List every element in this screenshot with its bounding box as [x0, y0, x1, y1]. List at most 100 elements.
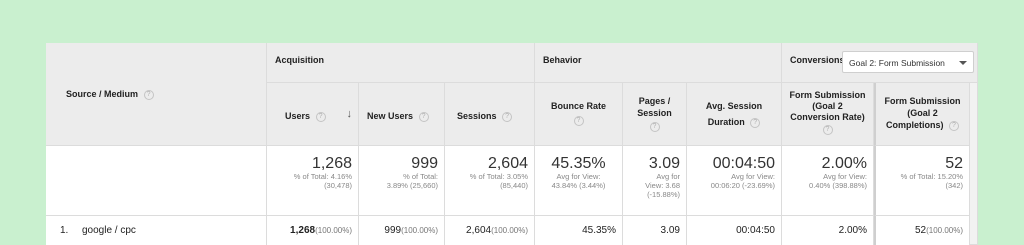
total-users-value: 1,268 — [311, 155, 352, 172]
sort-down-icon[interactable]: ↓ — [347, 108, 353, 120]
column-avg-session-duration[interactable]: Avg. Session Duration ? — [687, 83, 782, 146]
row-completions-value: 52 — [914, 225, 927, 236]
row-pages-session: 3.09 — [623, 216, 687, 245]
total-sessions-sub1: % of Total: 3.05% — [469, 172, 528, 181]
help-icon[interactable]: ? — [573, 116, 584, 126]
help-icon[interactable]: ? — [418, 111, 429, 122]
total-bounce-sub2: 43.84% (3.44%) — [551, 181, 606, 190]
chevron-down-icon — [959, 61, 967, 65]
column-completions[interactable]: Form Submission (Goal 2 Completions) ? — [874, 83, 970, 146]
behavior-group-header: Behavior — [535, 43, 782, 83]
completions-label-2: (Goal 2 — [907, 108, 938, 118]
users-label: Users — [285, 111, 311, 121]
row-index: 1. — [60, 225, 69, 236]
row-completions: 52(100.00%) — [874, 216, 970, 245]
source-medium-header[interactable]: Source / Medium ? — [46, 43, 267, 146]
scrollbar-gutter — [970, 83, 978, 245]
total-conv-sub1: Avg for View: — [823, 172, 867, 181]
analytics-table: Source / Medium ? Acquisition Behavior C… — [46, 43, 978, 245]
row-new-users-pct: (100.00%) — [401, 226, 438, 235]
goal-select-value: Goal 2: Form Submission — [849, 58, 945, 68]
help-icon[interactable]: ? — [750, 117, 761, 128]
total-completions: 52 % of Total: 15.20% (342) — [874, 146, 970, 216]
total-bounce-rate: 45.35% Avg for View: 43.84% (3.44%) — [535, 146, 623, 216]
total-users: 1,268 % of Total: 4.16% (30,478) — [267, 146, 359, 216]
conversions-group-header: Conversions Goal 2: Form Submission — [782, 43, 978, 83]
new-users-label: New Users — [367, 111, 414, 121]
avg-duration-label-2: Duration — [707, 117, 745, 127]
row-users-value: 1,268 — [290, 225, 316, 236]
column-users[interactable]: Users ? ↓ — [267, 83, 359, 146]
total-new-users-sub2: 3.89% (25,660) — [386, 181, 438, 190]
total-duration-sub2: 00:06:20 (-23.69%) — [710, 181, 775, 190]
total-sessions-sub2: (85,440) — [500, 181, 528, 190]
total-sessions-value: 2,604 — [487, 155, 528, 172]
row-bounce-rate-value: 45.35% — [582, 225, 616, 236]
row-pages-value: 3.09 — [660, 225, 680, 236]
conversions-label: Conversions — [790, 55, 845, 65]
total-conversion-rate: 2.00% Avg for View: 0.40% (398.88%) — [782, 146, 874, 216]
total-pages-sub1: Avg for — [656, 172, 680, 181]
row-duration-value: 00:04:50 — [736, 225, 775, 236]
total-new-users: 999 % of Total: 3.89% (25,660) — [359, 146, 445, 216]
row-sessions-pct: (100.00%) — [491, 226, 528, 235]
row-sessions: 2,604(100.00%) — [445, 216, 535, 245]
help-icon[interactable]: ? — [143, 89, 154, 100]
total-pages-session: 3.09 Avg for View: 3.68 (-15.88%) — [623, 146, 687, 216]
column-sessions[interactable]: Sessions ? — [445, 83, 535, 146]
row-users: 1,268(100.00%) — [267, 216, 359, 245]
total-avg-duration: 00:04:50 Avg for View: 00:06:20 (-23.69%… — [687, 146, 782, 216]
totals-label-cell — [46, 146, 267, 216]
goal-select[interactable]: Goal 2: Form Submission — [842, 51, 974, 73]
total-conv-rate-value: 2.00% — [821, 155, 867, 172]
total-bounce-sub1: Avg for View: — [556, 172, 601, 181]
total-duration-value: 00:04:50 — [712, 155, 775, 172]
total-sessions: 2,604 % of Total: 3.05% (85,440) — [445, 146, 535, 216]
acquisition-label: Acquisition — [275, 55, 324, 65]
row-source-link[interactable]: google / cpc — [82, 225, 136, 236]
help-icon[interactable]: ? — [649, 122, 660, 133]
source-medium-label: Source / Medium — [66, 89, 139, 99]
help-icon[interactable]: ? — [949, 120, 959, 131]
row-conv-rate-value: 2.00% — [838, 225, 867, 236]
row-avg-duration: 00:04:50 — [687, 216, 782, 245]
column-conversion-rate[interactable]: Form Submission (Goal 2 Conversion Rate)… — [782, 83, 874, 146]
total-users-sub2: (30,478) — [324, 181, 352, 190]
column-pages-session[interactable]: Pages / Session ? — [623, 83, 687, 146]
conv-rate-label-3: Conversion Rate) — [790, 112, 865, 122]
conv-rate-label-2: (Goal 2 — [812, 101, 843, 111]
total-conv-sub2: 0.40% (398.88%) — [809, 181, 867, 190]
acquisition-group-header: Acquisition — [267, 43, 535, 83]
total-completions-sub1: % of Total: 15.20% — [900, 172, 963, 181]
help-icon[interactable]: ? — [315, 111, 326, 122]
pages-session-label-2: Session — [637, 108, 672, 118]
total-new-users-value: 999 — [411, 155, 438, 172]
row-new-users-value: 999 — [384, 225, 402, 236]
total-completions-value: 52 — [945, 155, 963, 172]
column-new-users[interactable]: New Users ? — [359, 83, 445, 146]
table-row[interactable]: 1. google / cpc — [46, 216, 267, 245]
total-new-users-sub1: % of Total: — [403, 172, 438, 181]
total-users-sub1: % of Total: 4.16% — [293, 172, 352, 181]
pages-session-label-1: Pages / — [638, 96, 671, 106]
total-completions-sub2: (342) — [945, 181, 963, 190]
completions-label-1: Form Submission — [884, 96, 961, 106]
total-pages-sub3: (-15.88%) — [647, 190, 680, 199]
row-new-users: 999(100.00%) — [359, 216, 445, 245]
row-users-pct: (100.00%) — [315, 226, 352, 235]
column-bounce-rate[interactable]: Bounce Rate ? — [535, 83, 623, 146]
row-completions-pct: (100.00%) — [926, 226, 963, 235]
help-icon[interactable]: ? — [822, 125, 833, 135]
sessions-label: Sessions — [457, 111, 497, 121]
total-pages-value: 3.09 — [648, 155, 680, 172]
avg-duration-label-1: Avg. Session — [705, 101, 763, 111]
help-icon[interactable]: ? — [502, 111, 513, 122]
total-duration-sub1: Avg for View: — [731, 172, 775, 181]
conv-rate-label-1: Form Submission — [789, 90, 866, 100]
row-conversion-rate: 2.00% — [782, 216, 874, 245]
completions-label-3: Completions) — [885, 120, 944, 130]
row-sessions-value: 2,604 — [466, 225, 492, 236]
behavior-label: Behavior — [543, 55, 582, 65]
bounce-rate-label: Bounce Rate — [550, 101, 606, 111]
total-bounce-rate-value: 45.35% — [551, 155, 606, 172]
